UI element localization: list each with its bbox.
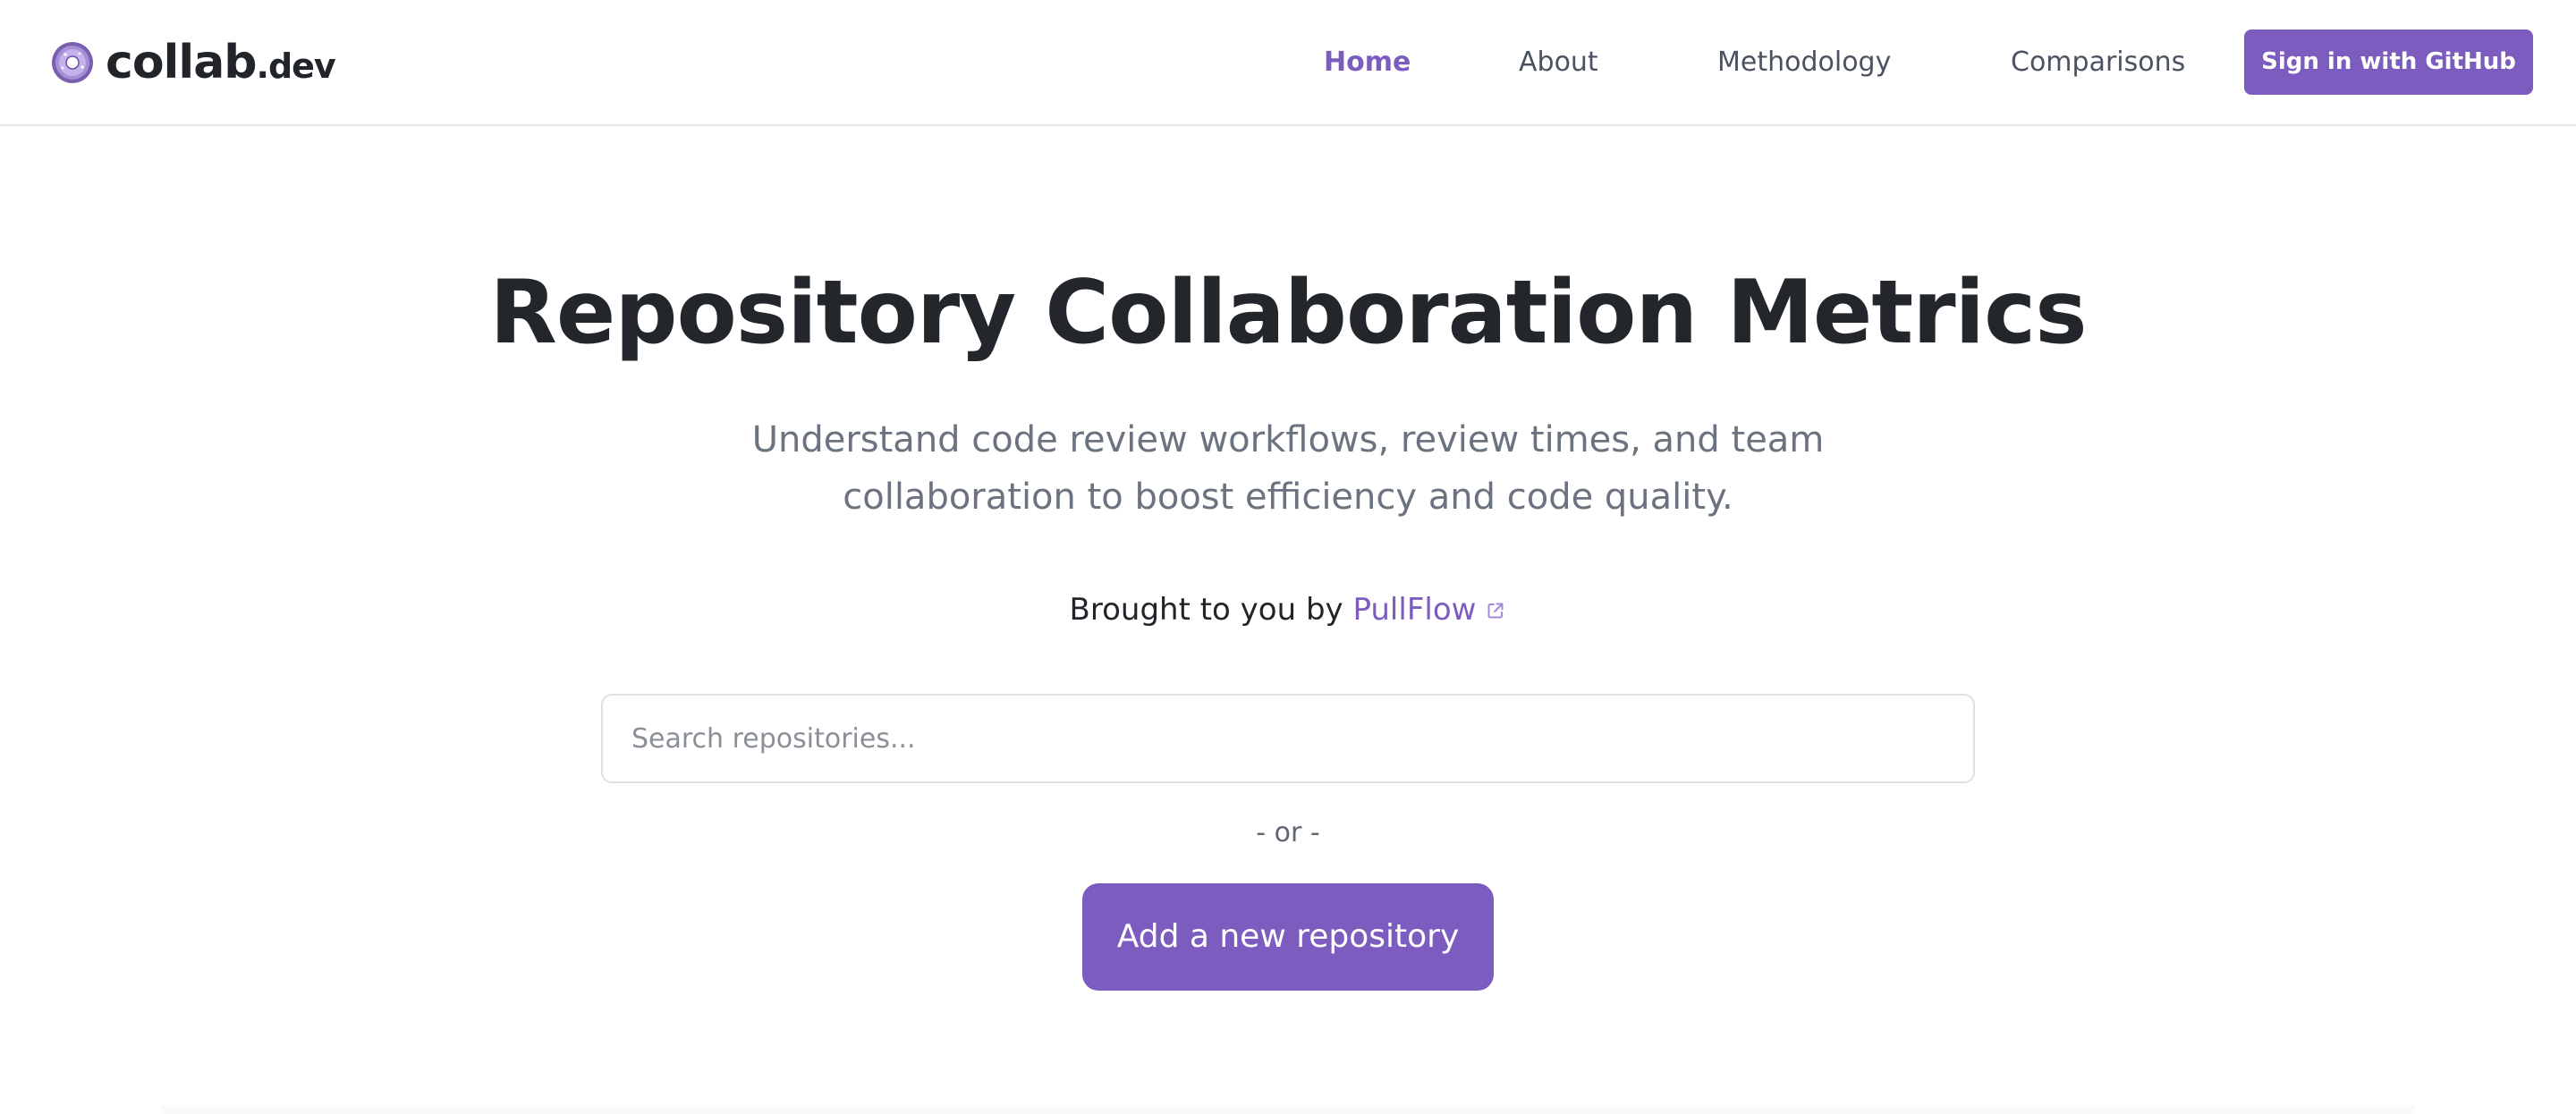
nav-home-link[interactable]: Home [1324, 43, 1411, 82]
nav-about-link[interactable]: About [1519, 43, 1598, 82]
pullflow-link[interactable]: PullFlow [1352, 592, 1506, 628]
brand-home-link[interactable]: collab.dev [50, 36, 336, 89]
hero-subtitle: Understand code review workflows, review… [751, 419, 1825, 518]
top-navbar: collab.dev Home About Methodology Compar… [0, 0, 2576, 126]
nav-comparisons-link[interactable]: Comparisons [2011, 43, 2185, 82]
add-repository-button[interactable]: Add a new repository [1082, 883, 1494, 991]
attribution-line: Brought to you by PullFlow [0, 585, 2576, 635]
brand-name-tld: .dev [256, 46, 336, 86]
external-link-icon [1487, 603, 1504, 619]
nav-methodology-link[interactable]: Methodology [1717, 43, 1891, 82]
brand-wordmark: collab.dev [106, 36, 336, 89]
or-divider: - or - [1256, 817, 1320, 848]
search-repositories-input[interactable] [601, 694, 1975, 783]
attribution-prefix: Brought to you by [1069, 592, 1343, 628]
pullflow-link-label: PullFlow [1352, 592, 1477, 628]
brand-name-main: collab [106, 36, 258, 89]
page-title: Repository Collaboration Metrics [489, 262, 2087, 364]
content-card-edge [161, 1105, 2415, 1114]
sign-in-github-button[interactable]: Sign in with GitHub [2244, 30, 2533, 95]
donut-logo-icon [52, 42, 93, 83]
